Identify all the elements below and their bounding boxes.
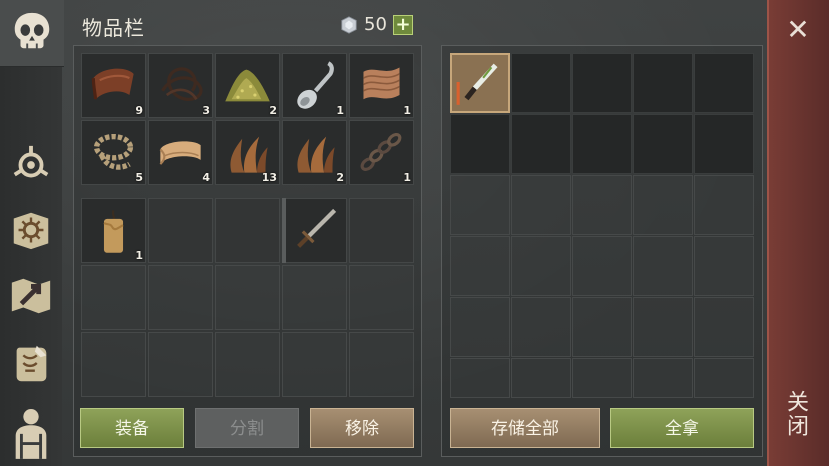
storage-slot[interactable] [572, 358, 632, 398]
inventory-slot[interactable]: 1 [349, 120, 414, 185]
storage-slot[interactable] [694, 236, 754, 296]
skull-icon [14, 12, 50, 49]
item-quantity: 1 [336, 104, 344, 117]
add-currency-button[interactable]: + [393, 15, 413, 35]
storage-slot[interactable] [694, 175, 754, 235]
journal-icon[interactable] [8, 207, 54, 253]
inventory-slot[interactable] [282, 265, 347, 330]
inventory-slot[interactable]: 13 [215, 120, 280, 185]
gem-currency-icon [341, 16, 357, 34]
inventory-slot[interactable] [215, 265, 280, 330]
take-all-button[interactable]: 全拿 [610, 408, 754, 448]
inventory-slot[interactable] [282, 332, 347, 397]
inventory-slot[interactable]: 1 [349, 53, 414, 118]
hotbar-slot[interactable]: 1 [81, 198, 146, 263]
crafting-icon[interactable] [8, 142, 54, 188]
storage-slot-selected[interactable] [450, 53, 510, 113]
candle-icon [103, 209, 124, 253]
storage-slot[interactable] [450, 175, 510, 235]
storage-slot[interactable] [511, 175, 571, 235]
inventory-slot[interactable] [148, 265, 213, 330]
storage-slot[interactable] [450, 297, 510, 357]
item-quantity: 4 [202, 171, 210, 184]
storage-slot[interactable] [572, 236, 632, 296]
storage-slot[interactable] [633, 175, 693, 235]
inventory-slot[interactable] [215, 332, 280, 397]
inventory-slot[interactable]: 1 [282, 53, 347, 118]
storage-slot[interactable] [572, 114, 632, 174]
leather-icon [91, 68, 134, 100]
storage-slot[interactable] [572, 297, 632, 357]
storage-slot[interactable] [511, 114, 571, 174]
hotbar-slot[interactable] [282, 198, 347, 263]
skull-tab[interactable] [0, 0, 64, 67]
sword-icon [297, 208, 337, 248]
inventory-slot[interactable]: 2 [215, 53, 280, 118]
character-icon[interactable] [8, 404, 54, 460]
storage-slot[interactable] [511, 236, 571, 296]
chain-icon [360, 132, 402, 171]
item-quantity: 2 [336, 171, 344, 184]
storage-slot[interactable] [511, 53, 571, 113]
storage-slot[interactable] [633, 358, 693, 398]
storage-slot[interactable] [694, 358, 754, 398]
cloth-icon [363, 67, 400, 100]
item-quantity: 2 [269, 104, 277, 117]
storage-slot[interactable] [572, 53, 632, 113]
inventory-slot[interactable] [349, 265, 414, 330]
fiber-icon [297, 136, 335, 173]
item-quantity: 5 [135, 171, 143, 184]
spoon-icon [297, 61, 334, 109]
item-quantity: 3 [202, 104, 210, 117]
currency-count: 50 [364, 14, 387, 35]
remove-button[interactable]: 移除 [310, 408, 414, 448]
item-quantity: 1 [135, 249, 143, 262]
quest-scroll-icon[interactable] [8, 340, 54, 386]
storage-slot[interactable] [633, 114, 693, 174]
item-quantity: 1 [403, 104, 411, 117]
store-all-button[interactable]: 存储全部 [450, 408, 600, 448]
storage-slot[interactable] [694, 297, 754, 357]
storage-slot[interactable] [511, 297, 571, 357]
inventory-slot[interactable] [81, 332, 146, 397]
rope-icon [93, 133, 134, 170]
inventory-slot[interactable]: 3 [148, 53, 213, 118]
hotbar-slot[interactable] [148, 198, 213, 263]
item-quantity: 13 [261, 171, 277, 184]
knife-icon [456, 63, 498, 105]
hotbar-slot[interactable] [215, 198, 280, 263]
item-quantity: 9 [135, 104, 143, 117]
inventory-slot[interactable]: 2 [282, 120, 347, 185]
close-icon[interactable]: ✕ [786, 16, 810, 44]
inventory-slot[interactable] [349, 332, 414, 397]
storage-slot[interactable] [450, 236, 510, 296]
slot-divider [282, 198, 286, 263]
storage-slot[interactable] [633, 53, 693, 113]
inventory-slot[interactable]: 9 [81, 53, 146, 118]
inventory-slot[interactable] [81, 265, 146, 330]
storage-slot[interactable] [450, 114, 510, 174]
storage-slot[interactable] [694, 114, 754, 174]
dust-pile-icon [225, 69, 270, 102]
inventory-slot[interactable]: 5 [81, 120, 146, 185]
storage-slot[interactable] [633, 236, 693, 296]
storage-slot[interactable] [511, 358, 571, 398]
fabric-icon [159, 141, 201, 165]
storage-slot[interactable] [633, 297, 693, 357]
close-label[interactable]: 关闭 [783, 390, 811, 438]
equip-button[interactable]: 装备 [80, 408, 184, 448]
inventory-slot[interactable] [148, 332, 213, 397]
storage-slot[interactable] [450, 358, 510, 398]
storage-slot[interactable] [572, 175, 632, 235]
inventory-title: 物品栏 [82, 16, 145, 40]
sinew-icon [161, 67, 203, 101]
split-button[interactable]: 分割 [195, 408, 299, 448]
hotbar-slot[interactable] [349, 198, 414, 263]
map-icon[interactable] [8, 273, 54, 319]
storage-slot[interactable] [694, 53, 754, 113]
item-quantity: 1 [403, 171, 411, 184]
sidebar [0, 0, 64, 466]
inventory-slot[interactable]: 4 [148, 120, 213, 185]
